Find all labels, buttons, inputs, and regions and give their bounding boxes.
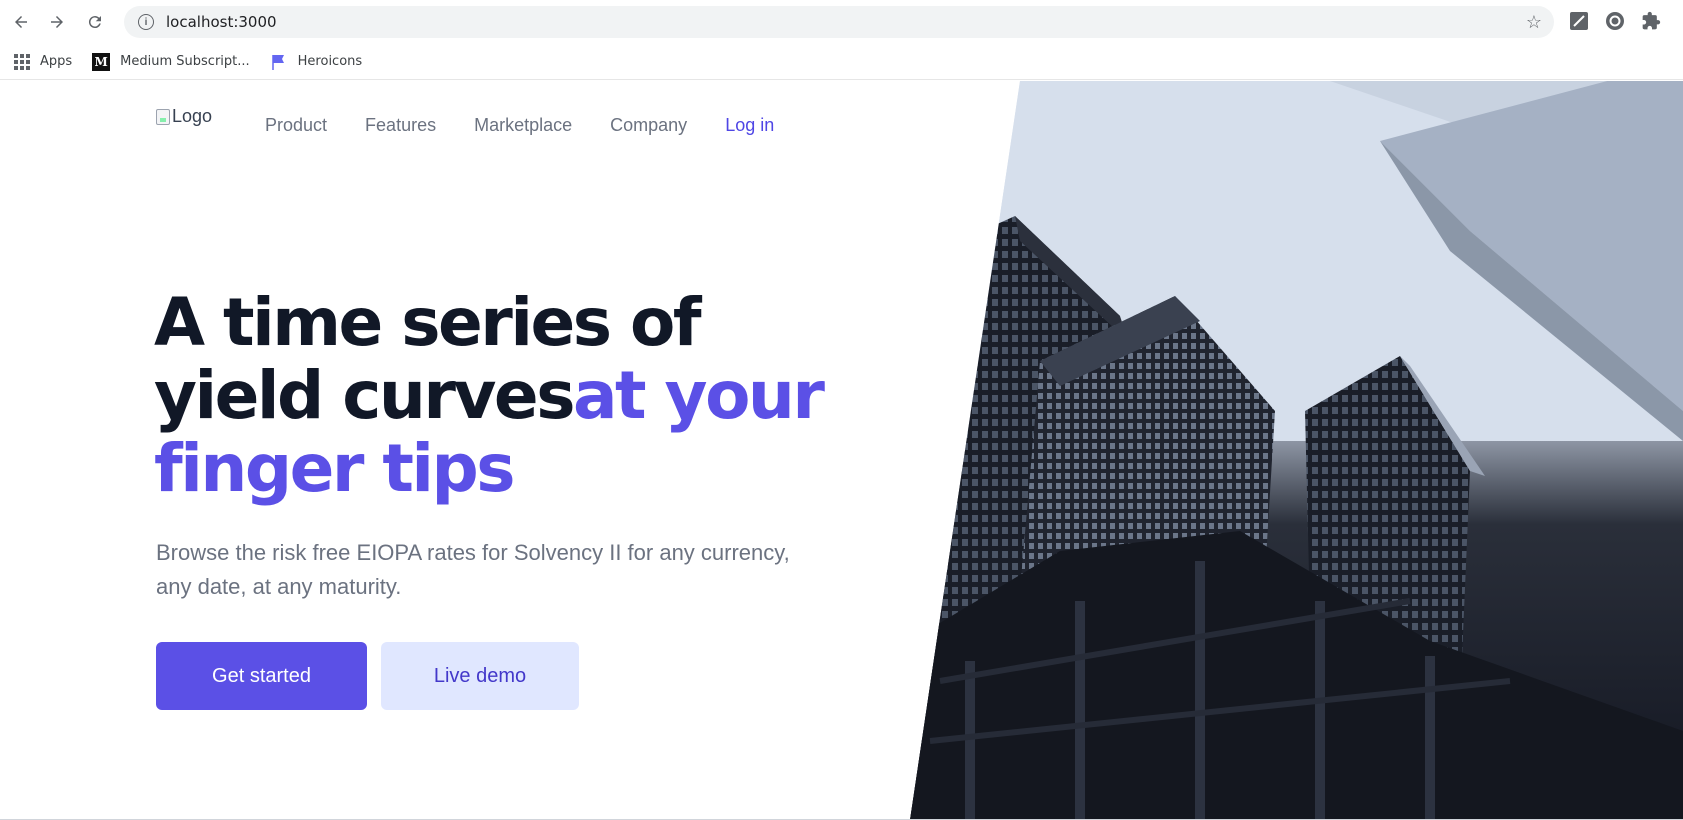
logo-alt-text: Logo	[172, 106, 213, 126]
bookmark-label: Apps	[40, 54, 73, 69]
bookmark-label: Medium Subscript...	[120, 54, 250, 69]
grammarly-icon[interactable]	[1604, 10, 1626, 32]
nav-item-product[interactable]: Product	[265, 115, 327, 136]
browser-toolbar: i localhost:3000 ☆	[0, 0, 1683, 44]
arrow-left-icon	[15, 16, 27, 28]
address-bar[interactable]: i localhost:3000 ☆	[124, 6, 1554, 38]
nav-item-marketplace[interactable]: Marketplace	[474, 115, 572, 136]
extension-icon[interactable]	[1568, 10, 1590, 32]
extension-icons	[1568, 10, 1662, 32]
get-started-button[interactable]: Get started	[156, 642, 367, 710]
bookmark-heroicons[interactable]: Heroicons	[270, 53, 363, 71]
arrow-right-icon	[51, 16, 63, 28]
bookmark-apps[interactable]: Apps	[14, 53, 73, 70]
logo[interactable]: Logo	[156, 106, 212, 127]
reload-button[interactable]	[80, 7, 110, 37]
live-demo-button[interactable]: Live demo	[381, 642, 579, 710]
medium-icon: M	[92, 52, 111, 71]
login-link[interactable]: Log in	[725, 115, 774, 136]
nav-item-features[interactable]: Features	[365, 115, 436, 136]
forward-button[interactable]	[42, 7, 72, 37]
reload-icon	[88, 16, 101, 29]
main-nav: Product Features Marketplace Company Log…	[265, 115, 774, 136]
apps-grid-icon	[14, 53, 30, 70]
info-icon[interactable]: i	[138, 14, 154, 30]
flag-icon	[271, 54, 284, 70]
landing-page: Logo Product Features Marketplace Compan…	[0, 81, 1683, 820]
bookmark-medium[interactable]: M Medium Subscript...	[92, 52, 250, 71]
broken-image-icon	[156, 108, 170, 125]
hero-subtitle: Browse the risk free EIOPA rates for Sol…	[156, 540, 790, 599]
back-button[interactable]	[6, 7, 36, 37]
url-text[interactable]: localhost:3000	[166, 13, 277, 31]
hero-title: A time series of yield curvesat your fin…	[154, 286, 854, 505]
bookmark-label: Heroicons	[297, 54, 363, 69]
puzzle-icon[interactable]	[1640, 10, 1662, 32]
bookmarks-bar: Apps M Medium Subscript... Heroicons	[0, 44, 1683, 80]
nav-item-company[interactable]: Company	[610, 115, 687, 136]
hero-image-skyscrapers	[910, 81, 1683, 820]
bookmark-star-icon[interactable]: ☆	[1526, 12, 1542, 33]
